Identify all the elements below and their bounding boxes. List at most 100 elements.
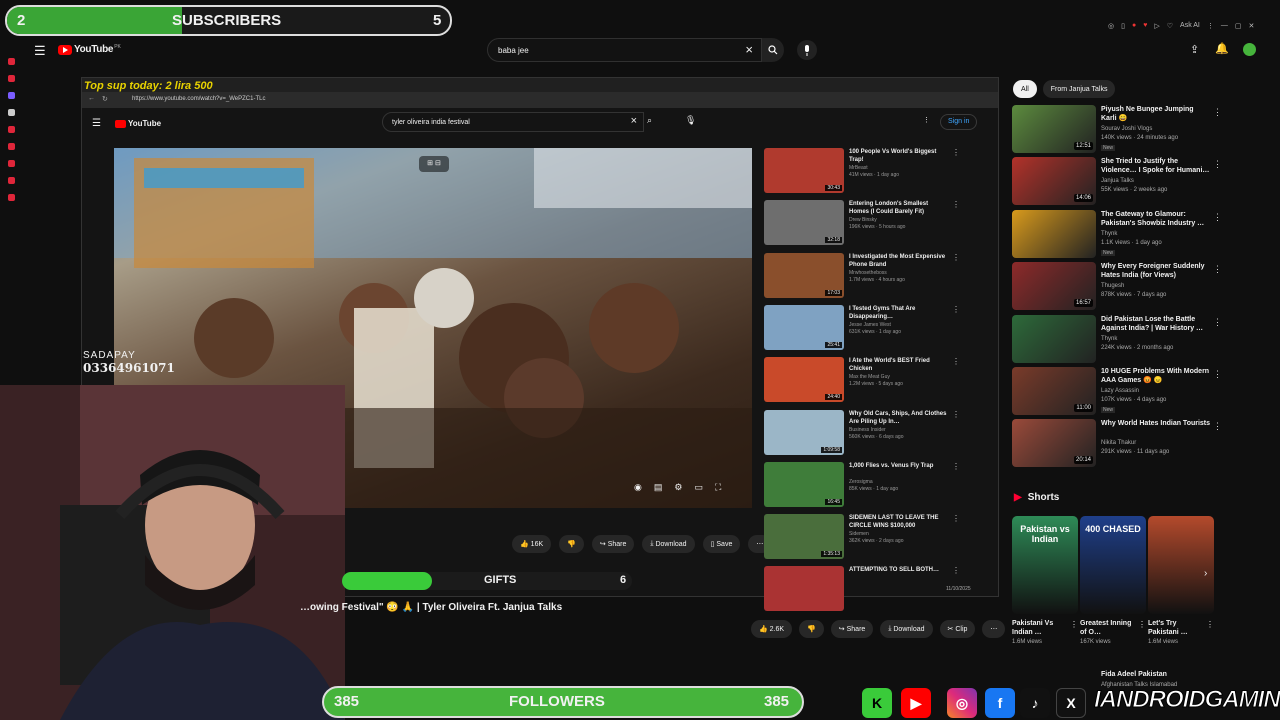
video-thumbnail[interactable]: 16:57 xyxy=(1012,262,1096,311)
menu-dots-icon[interactable]: ⋮ xyxy=(1207,22,1214,30)
related-video-item[interactable]: 14:06 She Tried to Justify the Violence… … xyxy=(1012,157,1222,207)
video-title[interactable]: She Tried to Justify the Violence… I Spo… xyxy=(1101,157,1211,175)
video-title[interactable]: I Tested Gyms That Are Disappearing… xyxy=(849,305,947,321)
menu-dots-icon[interactable]: ⋮ xyxy=(952,305,960,314)
menu-dots-icon[interactable]: ⋮ xyxy=(1213,369,1222,380)
back-icon[interactable]: ← xyxy=(88,95,95,102)
shorts-next-icon[interactable]: › xyxy=(1204,568,1207,579)
heart-outline-icon[interactable]: ♡ xyxy=(1167,22,1173,30)
search-icon[interactable]: ⌕ xyxy=(647,115,652,126)
menu-dots-icon[interactable]: ⋮ xyxy=(952,200,960,209)
menu-dots-icon[interactable]: ⋮ xyxy=(1138,620,1146,629)
menu-dots-icon[interactable]: ⋮ xyxy=(952,253,960,262)
inner-video-item[interactable]: 1:09:58 Why Old Cars, Ships, And Clothes … xyxy=(764,409,964,458)
channel-name[interactable]: Nikita Thakur xyxy=(1101,440,1136,446)
menu-dots-icon[interactable]: ⋮ xyxy=(952,410,960,419)
extension-icon[interactable]: ◎ xyxy=(1108,22,1114,30)
channel-name[interactable]: Thynk xyxy=(1101,231,1117,237)
video-thumbnail[interactable] xyxy=(1012,209,1096,258)
short-thumbnail[interactable] xyxy=(1148,516,1214,614)
menu-dots-icon[interactable]: ⋮ xyxy=(952,514,960,523)
channel-name[interactable]: MrBeast xyxy=(849,165,868,171)
inner-video-item[interactable]: 32:18 Entering London's Smallest Homes (I… xyxy=(764,200,964,248)
related-video-item[interactable]: 11:00 10 HUGE Problems With Modern AAA Ga… xyxy=(1012,367,1222,417)
like-button[interactable]: 👍 2.6K xyxy=(751,620,793,638)
close-icon[interactable]: ✕ xyxy=(1249,22,1255,30)
share-button[interactable]: ↪ Share xyxy=(830,620,874,638)
sidebar-app-icon[interactable] xyxy=(8,143,15,150)
sidebar-app-icon[interactable] xyxy=(8,75,15,82)
related-video-item[interactable]: 16:57 Why Every Foreigner Suddenly Hates … xyxy=(1012,262,1222,312)
video-thumbnail[interactable]: 1:09:58 xyxy=(764,409,844,455)
channel-name[interactable]: Lazy Assassin xyxy=(1101,388,1139,394)
avatar[interactable] xyxy=(1243,43,1256,56)
short-item[interactable]: Pakistan vs Indian Pakistani Vs Indian … 1… xyxy=(1012,516,1078,645)
ask-ai-button[interactable]: Ask AI xyxy=(1180,22,1200,30)
inner-video-item[interactable]: 1:35:13 SIDEMEN LAST TO LEAVE THE CIRCLE … xyxy=(764,514,964,562)
sidebar-app-icon[interactable] xyxy=(8,126,15,133)
video-thumbnail[interactable] xyxy=(764,566,844,612)
sidebar-app-icon[interactable] xyxy=(8,177,15,184)
menu-dots-icon[interactable]: ⋮ xyxy=(1070,620,1078,629)
video-title[interactable]: The Gateway to Glamour: Pakistan's Showb… xyxy=(1101,210,1211,228)
related-video-item[interactable]: Did Pakistan Lose the Battle Against Ind… xyxy=(1012,314,1222,365)
sidebar-app-icon[interactable] xyxy=(8,194,15,201)
reload-icon[interactable]: ↻ xyxy=(102,95,108,103)
video-title[interactable]: I Ate the World's BEST Fried Chicken xyxy=(849,357,947,373)
video-title[interactable]: Did Pakistan Lose the Battle Against Ind… xyxy=(1101,315,1211,333)
maximize-icon[interactable]: ▢ xyxy=(1235,22,1242,30)
clip-button[interactable]: ✂ Clip xyxy=(939,620,976,638)
sign-in-button[interactable]: Sign in xyxy=(940,114,978,130)
download-button[interactable]: ⤓ Download xyxy=(642,535,695,553)
video-thumbnail[interactable]: 11:00 xyxy=(1012,367,1096,415)
short-item[interactable]: Let's Try Pakistani … 1.6M views ⋮ xyxy=(1148,516,1214,645)
video-title[interactable]: 1,000 Flies vs. Venus Fly Trap xyxy=(849,462,947,470)
menu-dots-icon[interactable]: ⋮ xyxy=(1213,107,1222,118)
video-thumbnail[interactable]: 32:18 xyxy=(764,200,844,246)
video-title[interactable]: Why Every Foreigner Suddenly Hates India… xyxy=(1101,262,1211,280)
fullscreen-icon[interactable]: ⛶ xyxy=(715,482,721,493)
search-button[interactable] xyxy=(762,38,784,62)
share-button[interactable]: ↪ Share xyxy=(591,535,635,553)
inner-video-item[interactable]: 16:45 1,000 Flies vs. Venus Fly Trap Zeros… xyxy=(764,461,964,510)
inner-menu-icon[interactable]: ☰ xyxy=(92,118,101,129)
video-thumbnail[interactable]: 20:14 xyxy=(1012,419,1096,468)
channel-name[interactable]: Max the Meat Guy xyxy=(849,374,890,380)
short-title[interactable]: Greatest Inning of O… xyxy=(1080,619,1138,637)
dislike-button[interactable]: 👎 xyxy=(799,620,824,638)
inner-video-item[interactable]: 30:43 100 People Vs World's Biggest Trap!… xyxy=(764,148,964,196)
video-title[interactable]: Entering London's Smallest Homes (I Coul… xyxy=(849,200,947,216)
search-input[interactable]: baba jee × xyxy=(487,38,762,62)
channel-name[interactable]: Sourav Joshi Vlogs xyxy=(1101,126,1152,132)
sidebar-app-icon[interactable] xyxy=(8,92,15,99)
dislike-button[interactable]: 👎 xyxy=(559,535,584,553)
video-thumbnail[interactable]: 1:35:13 xyxy=(764,514,844,560)
related-video-item[interactable]: 20:14 Why World Hates Indian Tourists Niki… xyxy=(1012,419,1222,469)
inner-video-item[interactable]: 24:40 I Ate the World's BEST Fried Chicke… xyxy=(764,357,964,405)
inner-video-item[interactable]: 17:03 I Investigated the Most Expensive P… xyxy=(764,252,964,301)
inner-video-item[interactable]: 25:41 I Tested Gyms That Are Disappearing… xyxy=(764,304,964,353)
download-button[interactable]: ⤓ Download xyxy=(880,620,933,638)
bookmark-icon[interactable]: ▯ xyxy=(1121,22,1125,30)
subtitles-icon[interactable]: ▤ xyxy=(654,482,663,493)
menu-dots-icon[interactable]: ⋮ xyxy=(923,116,930,124)
menu-dots-icon[interactable]: ⋮ xyxy=(952,566,960,575)
short-title[interactable]: Pakistani Vs Indian … xyxy=(1012,619,1070,637)
menu-dots-icon[interactable]: ⋮ xyxy=(952,357,960,366)
short-item[interactable]: 400 CHASED Greatest Inning of O… 167K view… xyxy=(1080,516,1146,645)
video-thumbnail[interactable]: 14:06 xyxy=(1012,157,1096,206)
like-button[interactable]: 👍 16K xyxy=(512,535,552,553)
inner-video-item[interactable]: ATTEMPTING TO SELL BOTH… ⋮ xyxy=(764,566,964,614)
video-thumbnail[interactable] xyxy=(1012,314,1096,363)
youtube-logo[interactable]: YouTube PK xyxy=(58,44,121,55)
channel-name[interactable]: Zerosigma xyxy=(849,479,873,485)
menu-dots-icon[interactable]: ⋮ xyxy=(1213,159,1222,170)
video-title[interactable]: Why Old Cars, Ships, And Clothes Are Pil… xyxy=(849,410,947,426)
video-title[interactable]: 100 People Vs World's Biggest Trap! xyxy=(849,148,947,164)
short-title[interactable]: Let's Try Pakistani … xyxy=(1148,619,1206,637)
inner-url[interactable]: https://www.youtube.com/watch?v=_WePZC1-… xyxy=(132,96,265,102)
record-icon[interactable]: ● xyxy=(1132,22,1136,30)
inner-youtube-logo[interactable]: YouTube xyxy=(115,119,161,128)
chip-all[interactable]: All xyxy=(1013,80,1037,98)
menu-dots-icon[interactable]: ⋮ xyxy=(1213,317,1222,328)
